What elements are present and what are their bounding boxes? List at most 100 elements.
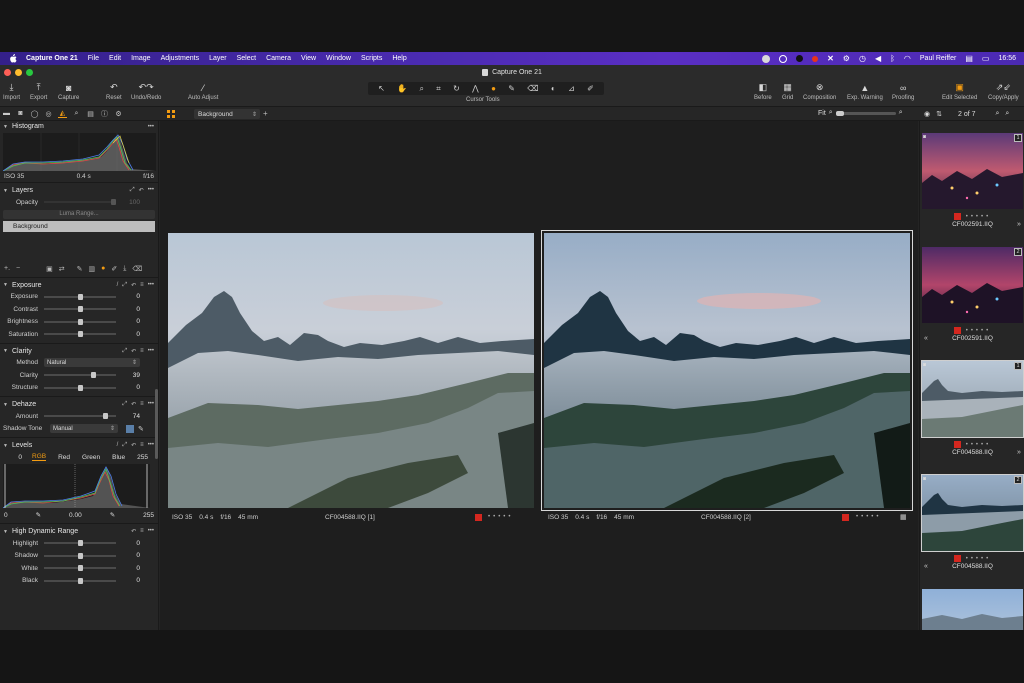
bluetooth-icon[interactable]: ᛒ (890, 54, 895, 63)
expand-stack-icon[interactable]: » (1017, 221, 1021, 228)
color-tag-red[interactable] (842, 513, 849, 521)
list-icon[interactable]: ≡ (140, 528, 144, 535)
extension-icon[interactable] (762, 54, 771, 63)
menu-adjustments[interactable]: Adjustments (161, 55, 200, 62)
menu-select[interactable]: Select (237, 55, 256, 62)
levels-input-high[interactable]: 255 (137, 454, 148, 461)
menu-view[interactable]: View (301, 55, 316, 62)
menu-help[interactable]: Help (392, 55, 406, 62)
capture-tab-icon[interactable]: ◙ (16, 109, 25, 118)
mask-icon[interactable]: ▣ (46, 265, 53, 273)
exposure-header[interactable]: ▼ Exposure / ⤢ ↶ ≡ ••• (0, 280, 158, 291)
dehaze-amount-slider[interactable] (44, 413, 116, 420)
x-icon[interactable]: ✕ (827, 54, 834, 63)
color-tag-red[interactable] (953, 213, 961, 220)
expand-icon[interactable]: ⤢ (122, 282, 127, 289)
expand-stack-icon[interactable]: » (1017, 449, 1021, 456)
more-icon[interactable]: ••• (148, 528, 154, 535)
expand-icon[interactable]: ⤢ (122, 401, 127, 408)
more-icon[interactable]: ••• (148, 187, 154, 194)
adjustments-tab-icon[interactable]: ▤ (86, 109, 95, 118)
star-rating[interactable]: ••••• (966, 442, 992, 448)
layer-background-row[interactable]: Background (3, 220, 155, 232)
list-icon[interactable]: ≡ (140, 442, 144, 449)
shadow-tone-swatch[interactable] (126, 424, 134, 433)
list-icon[interactable]: ≡ (140, 282, 144, 289)
zoom-window-button[interactable] (26, 69, 33, 76)
control-center-icon[interactable]: ▤ (965, 54, 973, 63)
exposure-slider-value[interactable]: 0 (116, 331, 144, 338)
expand-icon[interactable]: ⤢ (122, 348, 127, 355)
picker-icon[interactable]: / (117, 282, 119, 289)
reset-icon[interactable]: ↶ (131, 348, 136, 355)
gear-icon[interactable]: ⚙ (843, 54, 850, 63)
detail-tab-icon[interactable]: ⌕ (72, 109, 81, 118)
dehaze-header[interactable]: ▼ Dehaze ⤢ ↶ ≡ ••• (0, 399, 158, 410)
clarity-slider-slider[interactable] (44, 384, 116, 391)
reset-button[interactable]: ↶ Reset (106, 82, 122, 101)
picker-icon[interactable]: ⊿ (568, 84, 575, 93)
before-button[interactable]: ◧ Before (754, 82, 772, 101)
menu-camera[interactable]: Camera (266, 55, 291, 62)
undo-redo-button[interactable]: ↶↷ Undo/Redo (131, 82, 161, 101)
more-icon[interactable]: ••• (148, 282, 154, 289)
eyedropper-icon[interactable]: ✎ (138, 425, 144, 433)
clarity-slider-slider[interactable] (44, 372, 116, 379)
circle-icon[interactable] (796, 55, 804, 62)
clarity-slider-value[interactable]: 0 (116, 384, 144, 391)
layers-header[interactable]: ▼ Layers ⤢ ↶ ••• (0, 185, 158, 196)
filter-icon[interactable]: ⌕ (1005, 110, 1009, 118)
thumb-image[interactable] (922, 589, 1023, 630)
thumb-image[interactable] (921, 360, 1024, 438)
reset-icon[interactable]: ↶ (131, 401, 136, 408)
exposure-tab-icon[interactable]: ◭ (58, 109, 67, 118)
fit-label[interactable]: Fit (818, 110, 826, 117)
black-point-picker-icon[interactable]: ✎ (36, 511, 41, 519)
thumb-image[interactable] (921, 474, 1024, 552)
star-rating[interactable]: ••••• (488, 514, 514, 520)
exposure-slider-slider[interactable] (44, 293, 116, 300)
levels-tab-green[interactable]: Green (82, 454, 100, 461)
close-window-button[interactable] (4, 69, 11, 76)
copy-apply-button[interactable]: ⇗⇙ Copy/Apply (988, 82, 1019, 101)
hdr-slider-slider[interactable] (44, 577, 116, 584)
star-rating[interactable]: ••••• (966, 214, 992, 220)
sort-icon[interactable]: ⇅ (936, 110, 942, 118)
remove-layer-icon[interactable]: − (16, 265, 20, 272)
edit-selected-button[interactable]: ▣ Edit Selected (942, 82, 977, 101)
layer-select[interactable]: Background ⇕ (194, 109, 260, 119)
star-rating[interactable]: ••••• (966, 328, 992, 334)
hdr-slider-value[interactable]: 0 (116, 577, 144, 584)
thumb-image[interactable] (922, 247, 1023, 323)
viewer-mode-icon[interactable] (167, 110, 175, 118)
eraser-icon[interactable]: ⌫ (527, 84, 538, 93)
menu-window[interactable]: Window (326, 55, 351, 62)
clarity-slider-value[interactable]: 39 (116, 372, 144, 379)
proofing-button[interactable]: ∞ Proofing (892, 82, 914, 102)
menu-edit[interactable]: Edit (109, 55, 121, 62)
crop-icon[interactable]: ⌗ (436, 84, 441, 94)
settings-tab-icon[interactable]: ⚙ (114, 109, 123, 118)
hdr-slider-slider[interactable] (44, 552, 116, 559)
clock-icon[interactable]: ◷ (859, 54, 866, 63)
keystone-icon[interactable]: ⋀ (472, 84, 479, 93)
picker-icon[interactable]: / (117, 442, 119, 449)
color-tag-red[interactable] (953, 441, 961, 448)
spot-removal-icon[interactable]: ● (491, 84, 496, 93)
display-icon[interactable]: ▭ (982, 54, 990, 63)
star-rating[interactable]: ••••• (966, 556, 992, 562)
wifi-icon[interactable]: ◠ (904, 54, 911, 63)
add-layer-icon[interactable]: + (263, 109, 268, 118)
tool-panel-scrollbar[interactable] (155, 389, 158, 459)
color-tab-icon[interactable]: ◎ (44, 109, 53, 118)
luma-range-button[interactable]: Luma Range... (3, 209, 155, 219)
reset-icon[interactable]: ↶ (131, 442, 136, 449)
exposure-slider-slider[interactable] (44, 331, 116, 338)
brush-icon[interactable]: ✎ (508, 84, 515, 93)
brush-icon[interactable]: ✎ (77, 265, 83, 273)
menu-scripts[interactable]: Scripts (361, 55, 382, 62)
star-rating[interactable]: ••••• (856, 514, 882, 520)
hdr-slider-value[interactable]: 0 (116, 540, 144, 547)
hdr-slider-value[interactable]: 0 (116, 552, 144, 559)
levels-tab-red[interactable]: Red (58, 454, 70, 461)
